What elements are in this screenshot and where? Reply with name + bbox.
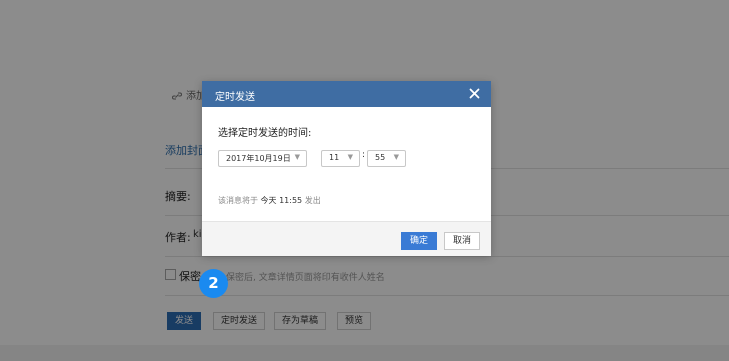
date-value: 2017年10月19日 (226, 154, 291, 163)
cancel-button[interactable]: 取消 (444, 232, 481, 250)
dialog-title: 定时发送 (215, 92, 255, 103)
note-prefix: 该消息将于 (218, 196, 258, 205)
note-time: 今天 11:55 (260, 196, 303, 205)
step-badge: 2 (199, 269, 228, 298)
note-suffix: 发出 (304, 196, 321, 205)
date-select[interactable]: 2017年10月19日 ▼ (218, 150, 307, 167)
caret-down-icon: ▼ (347, 153, 353, 161)
confirm-button[interactable]: 确定 (401, 232, 438, 250)
close-icon[interactable] (468, 87, 481, 100)
caret-down-icon: ▼ (393, 153, 399, 161)
minute-value: 55 (375, 153, 386, 162)
caret-down-icon: ▼ (294, 153, 300, 161)
hour-select[interactable]: 11 ▼ (321, 150, 360, 167)
dialog-prompt: 选择定时发送的时间: (218, 128, 312, 139)
schedule-note: 该消息将于 今天 11:55 发出 (218, 195, 321, 206)
dialog-header: 定时发送 (202, 81, 491, 107)
time-separator: : (362, 150, 366, 160)
schedule-dialog: 定时发送 选择定时发送的时间: 2017年10月19日 ▼ 11 ▼ : 55 … (202, 81, 491, 256)
dialog-footer: 确定 取消 (202, 221, 491, 256)
hour-value: 11 (329, 153, 340, 162)
minute-select[interactable]: 55 ▼ (367, 150, 406, 167)
